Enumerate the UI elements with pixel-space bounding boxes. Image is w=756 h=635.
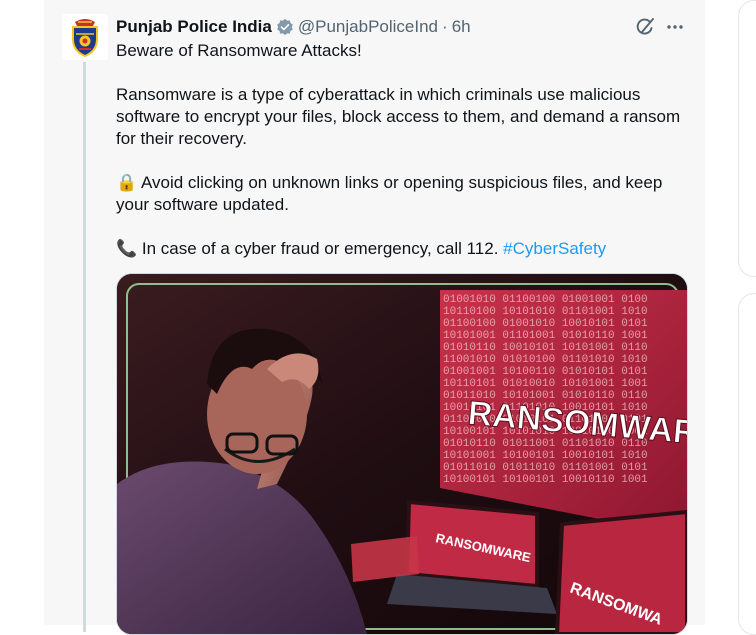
binary-row: 10101001 01101001 01010110 1001 (443, 330, 648, 342)
author-avatar[interactable] (62, 14, 108, 60)
binary-row: 10100101 10100101 10010110 1001 (443, 474, 648, 486)
binary-row: 01001010 01100100 01001001 0100 (443, 294, 648, 306)
binary-row: 11001010 01010100 01101010 1010 (443, 354, 648, 366)
tweet-image[interactable]: 01001010 01100100 01001001 0100 10110100… (116, 273, 688, 635)
sidebar-card-bottom (738, 293, 756, 635)
binary-code-area: 01001010 01100100 01001001 0100 10110100… (443, 294, 648, 486)
tweet-text: Beware of Ransomware Attacks! Ransomware… (116, 40, 696, 260)
hashtag-link[interactable]: #CyberSafety (503, 239, 606, 258)
binary-row: 01010110 10010101 10101001 0110 (443, 342, 648, 354)
sidebar-card-top (738, 0, 756, 277)
thread-connector-line (83, 62, 86, 632)
author-name[interactable]: Punjab Police India (116, 17, 272, 37)
tweet-contact-paragraph: 📞 In case of a cyber fraud or emergency,… (116, 238, 696, 260)
tweet-contact-text: 📞 In case of a cyber fraud or emergency,… (116, 239, 504, 258)
binary-row: 10110101 01010010 10101001 1001 (443, 378, 648, 390)
binary-row: 10110100 10101010 01101001 1010 (443, 306, 648, 318)
tweet-timestamp[interactable]: 6h (452, 17, 471, 37)
tweet-advice-paragraph: 🔒 Avoid clicking on unknown links or ope… (116, 173, 663, 214)
verified-badge-icon[interactable] (276, 18, 294, 36)
grok-explain-icon[interactable] (634, 16, 656, 38)
police-emblem-icon (72, 19, 98, 58)
tweet-definition-paragraph: Ransomware is a type of cyberattack in w… (116, 85, 681, 148)
meta-separator: · (442, 17, 448, 36)
tweet-header: Punjab Police India @PunjabPoliceInd · 6… (116, 16, 471, 38)
binary-row: 01011010 01011010 01101001 0101 (443, 462, 648, 474)
more-options-icon[interactable] (664, 16, 686, 38)
binary-row: 01100100 01001010 10010101 0101 (443, 318, 648, 330)
author-handle[interactable]: @PunjabPoliceInd (298, 17, 438, 37)
binary-row: 10101001 10100101 10010101 1010 (443, 450, 648, 462)
tweet-title-line: Beware of Ransomware Attacks! (116, 41, 362, 60)
binary-row: 01001001 10100110 01010101 0101 (443, 366, 648, 378)
